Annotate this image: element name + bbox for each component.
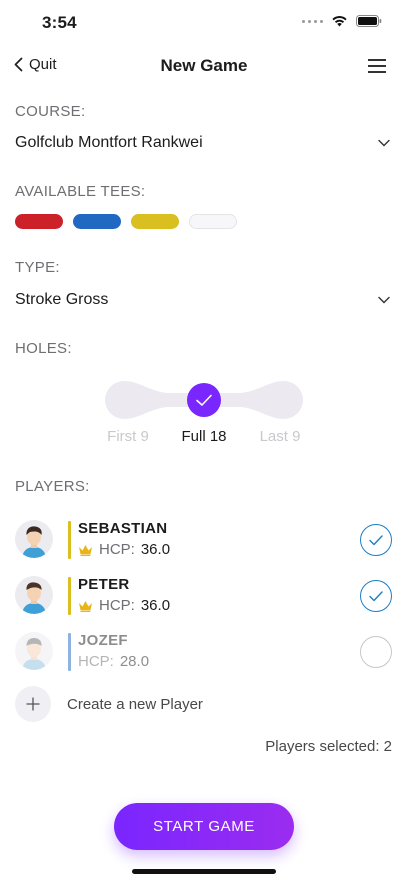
nav-bar: Quit New Game	[0, 46, 408, 88]
holes-options: First 9 Full 18 Last 9	[90, 428, 318, 445]
avatar	[15, 520, 53, 558]
tees-label: AVAILABLE TEES:	[15, 183, 146, 200]
players-selected-count: Players selected: 2	[265, 738, 392, 755]
status-time: 3:54	[42, 13, 77, 32]
plus-icon	[15, 686, 51, 722]
player-select-checkbox[interactable]	[360, 524, 392, 556]
player-name: SEBASTIAN	[78, 520, 168, 537]
type-select[interactable]: Stroke Gross	[15, 291, 390, 309]
hcp-label: HCP:	[78, 653, 114, 670]
hcp-value: 28.0	[119, 653, 150, 670]
holes-slider[interactable]	[105, 381, 303, 419]
start-game-button[interactable]: START GAME	[114, 803, 294, 850]
player-select-checkbox[interactable]	[360, 580, 392, 612]
course-value: Golfclub Montfort Rankwei	[15, 134, 203, 151]
holes-option-full-18[interactable]: Full 18	[166, 428, 242, 445]
hcp-label: HCP:	[99, 597, 135, 614]
player-row[interactable]: SEBASTIAN HCP: 36.0	[15, 520, 392, 560]
player-row[interactable]: JOZEF HCP: 28.0	[15, 632, 392, 672]
status-bar: 3:54	[0, 0, 408, 46]
tee-white[interactable]	[189, 214, 237, 229]
wifi-icon	[332, 16, 347, 27]
players-label: PLAYERS:	[15, 478, 90, 495]
avatar	[15, 576, 53, 614]
course-label: COURSE:	[15, 103, 86, 120]
tee-options	[15, 214, 237, 229]
crown-icon	[79, 600, 92, 612]
player-name: JOZEF	[78, 632, 128, 649]
holes-option-first-9[interactable]: First 9	[90, 428, 166, 445]
hcp-value: 36.0	[140, 597, 171, 614]
holes-slider-knob	[187, 383, 221, 417]
create-player-button[interactable]: Create a new Player	[15, 686, 203, 722]
crown-icon	[79, 544, 92, 556]
holes-option-last-9[interactable]: Last 9	[242, 428, 318, 445]
hcp-value: 36.0	[140, 541, 171, 558]
chevron-down-icon	[378, 296, 390, 304]
type-label: TYPE:	[15, 259, 60, 276]
home-indicator	[132, 869, 276, 874]
checkmark-icon	[369, 534, 383, 545]
player-hcp: HCP: 28.0	[78, 653, 149, 670]
player-hcp: HCP: 36.0	[78, 541, 170, 558]
player-tee-indicator	[68, 633, 71, 671]
course-select[interactable]: Golfclub Montfort Rankwei	[15, 134, 390, 152]
hamburger-menu-icon[interactable]	[368, 59, 386, 73]
page-title: New Game	[160, 56, 248, 75]
avatar	[15, 632, 53, 670]
player-tee-indicator	[68, 521, 71, 559]
chevron-down-icon	[378, 139, 390, 147]
player-name: PETER	[78, 576, 130, 593]
player-row[interactable]: PETER HCP: 36.0	[15, 576, 392, 616]
tee-red[interactable]	[15, 214, 63, 229]
battery-icon	[356, 15, 382, 27]
holes-label: HOLES:	[15, 340, 72, 357]
create-player-label: Create a new Player	[67, 695, 203, 713]
type-value: Stroke Gross	[15, 291, 109, 308]
tee-yellow[interactable]	[131, 214, 179, 229]
player-select-checkbox[interactable]	[360, 636, 392, 668]
checkmark-icon	[369, 590, 383, 601]
status-icons	[302, 15, 382, 27]
player-hcp: HCP: 36.0	[78, 597, 170, 614]
cellular-signal-icon	[302, 19, 323, 23]
player-tee-indicator	[68, 577, 71, 615]
hcp-label: HCP:	[99, 541, 135, 558]
tee-blue[interactable]	[73, 214, 121, 229]
